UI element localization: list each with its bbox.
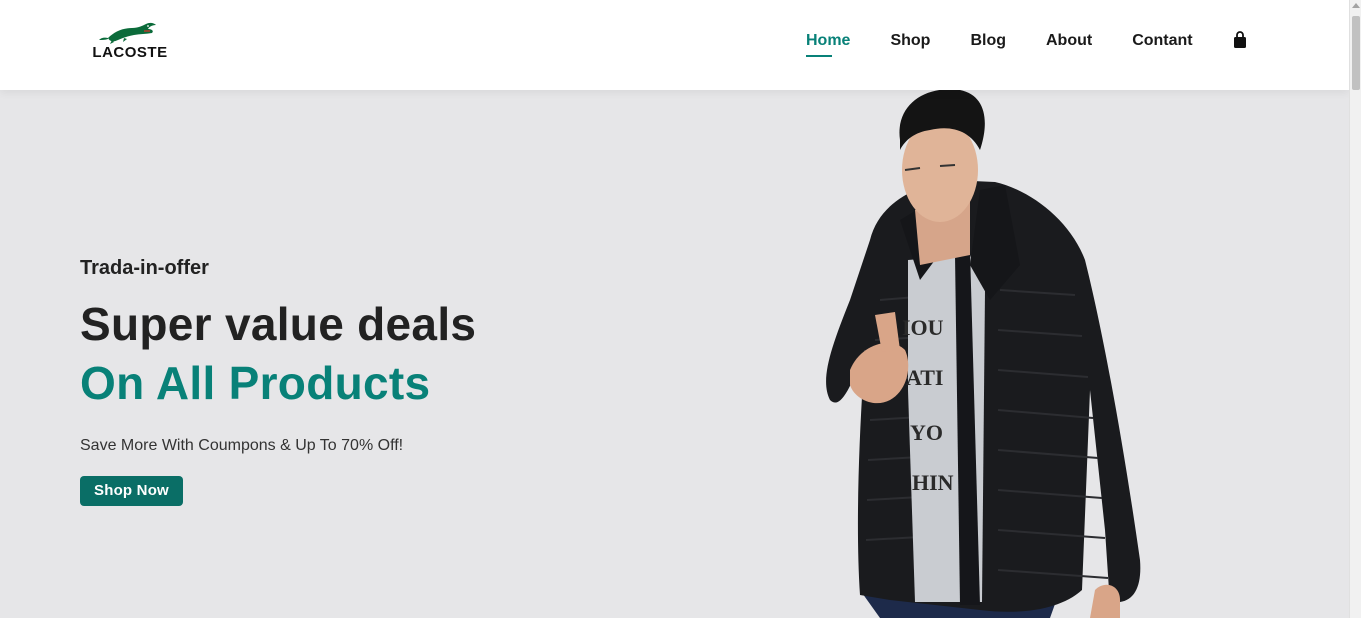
offer-label: Trada-in-offer [80,257,209,279]
hero-headline: Super value deals [80,298,477,350]
brand-name: LACOSTE [92,44,168,61]
scroll-up-icon[interactable] [1352,3,1360,8]
nav-item-home[interactable]: Home [806,30,850,57]
nav-item-shop[interactable]: Shop [890,30,930,52]
nav-item-about[interactable]: About [1046,30,1092,52]
svg-text:ATI: ATI [906,365,944,390]
hero-subtext: Save More With Coumpons & Up To 70% Off! [80,437,404,454]
svg-text:IOU: IOU [902,315,944,340]
nav-item-blog[interactable]: Blog [970,30,1006,52]
hero-text: Trada-in-offer Super value deals On All … [80,256,476,506]
nav-item-contact[interactable]: Contant [1132,30,1192,52]
hero-model-image: IOU ATI YO HIN [820,89,1150,618]
vertical-scrollbar[interactable] [1349,0,1361,618]
svg-text:HIN: HIN [912,470,954,495]
main-nav: Home Shop Blog About Contant [806,30,1247,57]
scrollbar-thumb[interactable] [1352,16,1360,90]
crocodile-icon [99,22,156,44]
site-header: LACOSTE Home Shop Blog About Contant [0,0,1349,90]
hero-section: Trada-in-offer Super value deals On All … [0,89,1349,618]
svg-text:YO: YO [910,420,943,445]
hero-headline-accent: On All Products [80,357,431,409]
shopping-bag-icon[interactable] [1233,31,1247,49]
brand-logo[interactable]: LACOSTE [88,20,172,62]
shop-now-button[interactable]: Shop Now [80,476,183,506]
page: LACOSTE Home Shop Blog About Contant Tra… [0,0,1349,618]
